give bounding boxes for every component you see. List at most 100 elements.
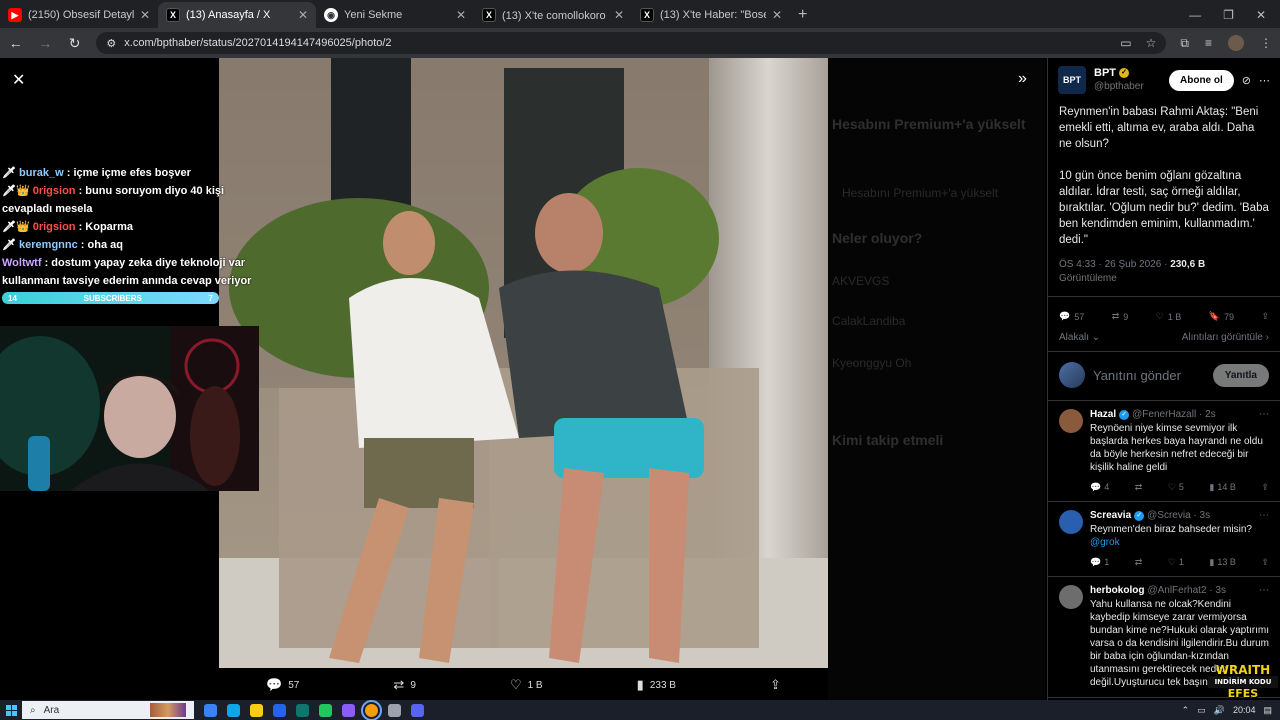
notifications-icon[interactable]: ▤ xyxy=(1263,705,1272,716)
share-button[interactable]: ⇪ xyxy=(1261,311,1269,322)
tweet-timestamp[interactable]: ÖS 4:33 · 26 Şub 2026 · xyxy=(1059,259,1170,270)
tweet-views-label: Görüntüleme xyxy=(1059,273,1117,284)
network-icon[interactable]: ▭ xyxy=(1197,705,1206,716)
close-window-icon[interactable]: ✕ xyxy=(1256,8,1266,22)
address-bar[interactable]: ⚙ x.com/bpthaber/status/2027014194147496… xyxy=(96,32,1167,54)
views-button[interactable]: ▮ 233 B xyxy=(637,677,676,693)
like-button[interactable]: ♡ 5 xyxy=(1168,482,1184,493)
reply-submit-button[interactable]: Yanıtla xyxy=(1212,363,1269,387)
site-info-icon[interactable]: ⚙ xyxy=(106,37,116,50)
menu-icon[interactable]: ⋮ xyxy=(1260,36,1272,50)
close-icon[interactable]: ✕ xyxy=(614,8,624,22)
share-button[interactable]: ⇪ xyxy=(770,677,781,693)
minimize-icon[interactable]: — xyxy=(1189,8,1201,22)
media-icon[interactable]: ≡ xyxy=(1205,36,1212,50)
more-icon[interactable]: ⋯ xyxy=(1259,510,1269,521)
tab-label: Yeni Sekme xyxy=(344,9,403,21)
views-count: 13 B xyxy=(1217,557,1236,567)
tab-youtube[interactable]: ▶ (2150) Obsesif Detaylı Cin Alem ✕ xyxy=(0,2,158,28)
reload-icon[interactable]: ↻ xyxy=(67,35,82,52)
view-quotes-link[interactable]: Alıntıları görüntüle › xyxy=(1182,332,1269,343)
forward-icon[interactable]: → xyxy=(37,35,52,51)
reply-avatar[interactable] xyxy=(1059,585,1083,609)
views-button[interactable]: ▮ 13 B xyxy=(1209,557,1235,568)
edge-icon[interactable] xyxy=(227,703,240,717)
stream-watermark: WRAITH INDİRİM KODU EFES xyxy=(1208,664,1278,700)
reply-author-name[interactable]: Hazal xyxy=(1090,409,1116,420)
cast-icon[interactable]: ▭ xyxy=(1120,36,1131,50)
close-icon[interactable]: ✕ xyxy=(456,8,466,22)
reply-button[interactable]: 💬 57 xyxy=(266,677,299,693)
grok-icon[interactable]: ⊘ xyxy=(1242,74,1251,87)
reply-author-name[interactable]: Screavia xyxy=(1090,510,1131,521)
tab-x-post-1[interactable]: X (13) X'te comollokoro 💵: "Yahu ✕ xyxy=(474,2,632,28)
taskbar-search[interactable]: ⌕ Ara xyxy=(22,701,194,719)
store-icon[interactable] xyxy=(296,703,309,717)
like-button[interactable]: ♡ 1 B xyxy=(510,677,543,693)
back-icon[interactable]: ← xyxy=(8,35,23,51)
reply-author-name[interactable]: herbokolog xyxy=(1090,585,1144,596)
restore-icon[interactable]: ❐ xyxy=(1223,8,1234,22)
author-handle[interactable]: @bpthaber xyxy=(1094,80,1161,93)
share-button[interactable]: ⇪ xyxy=(1261,482,1269,493)
reply-input[interactable]: Yanıtını gönder xyxy=(1093,368,1205,383)
reply-item[interactable]: Hazal ✓ @FenerHazall · 2s ⋯ Reynöeni niye k… xyxy=(1048,401,1280,502)
twitch-icon[interactable] xyxy=(342,703,355,717)
more-icon[interactable]: ⋯ xyxy=(1259,585,1269,596)
more-icon[interactable]: ⋯ xyxy=(1259,409,1269,420)
reply-avatar[interactable] xyxy=(1059,409,1083,433)
chrome-icon[interactable] xyxy=(361,699,382,720)
reply-handle[interactable]: @Screvia · 3s xyxy=(1147,510,1210,521)
reply-avatar[interactable] xyxy=(1059,510,1083,534)
like-button[interactable]: ♡ 1 B xyxy=(1156,311,1182,322)
retweet-button[interactable]: ⇄ xyxy=(1135,557,1143,568)
reply-button[interactable]: 💬 1 xyxy=(1090,557,1109,568)
start-button[interactable] xyxy=(0,704,22,716)
obs-icon[interactable] xyxy=(388,703,401,717)
tab-x-post-2[interactable]: X (13) X'te Haber: "Bose, Panason ✕ xyxy=(632,2,790,28)
stream-chat-overlay: 🗡 burak_w : içme içme efes boşver 🗡👑 0ri… xyxy=(2,164,272,308)
tab-x-home[interactable]: X (13) Anasayfa / X ✕ xyxy=(158,2,316,28)
outlook-icon[interactable] xyxy=(273,703,286,717)
reply-button[interactable]: 💬 4 xyxy=(1090,482,1109,493)
bookmark-button[interactable]: 🔖 79 xyxy=(1209,311,1234,322)
reply-button[interactable]: 💬 57 xyxy=(1059,311,1084,322)
clock[interactable]: 20:04 xyxy=(1233,705,1256,715)
expand-panel-icon[interactable]: » xyxy=(1018,70,1027,88)
task-view-icon[interactable] xyxy=(204,703,217,717)
subscribe-button[interactable]: Abone ol xyxy=(1169,69,1234,91)
reply-handle[interactable]: @FenerHazall · 2s xyxy=(1132,409,1216,420)
chevron-down-icon: ⌄ xyxy=(1091,332,1101,343)
close-icon[interactable]: ✕ xyxy=(298,8,308,22)
author-avatar[interactable]: BPT xyxy=(1058,66,1086,94)
bookmark-star-icon[interactable]: ☆ xyxy=(1146,36,1157,50)
profile-avatar[interactable] xyxy=(1228,35,1244,51)
close-viewer-icon[interactable]: ✕ xyxy=(12,70,25,90)
views-icon: ▮ xyxy=(1209,557,1215,567)
views-button[interactable]: ▮ 14 B xyxy=(1209,482,1235,493)
author-name[interactable]: BPT xyxy=(1094,67,1116,79)
close-icon[interactable]: ✕ xyxy=(140,8,150,22)
close-icon[interactable]: ✕ xyxy=(772,8,782,22)
more-icon[interactable]: ⋯ xyxy=(1259,74,1270,87)
retweet-button[interactable]: ⇄ 9 xyxy=(393,677,415,693)
extensions-icon[interactable]: ⧉ xyxy=(1180,36,1189,51)
file-explorer-icon[interactable] xyxy=(250,703,263,717)
retweet-button[interactable]: ⇄ xyxy=(1135,482,1143,493)
chevron-up-icon[interactable]: ⌃ xyxy=(1182,705,1190,716)
chat-user: burak_w xyxy=(19,167,64,179)
mention-link[interactable]: @grok xyxy=(1090,537,1120,548)
like-button[interactable]: ♡ 1 xyxy=(1168,557,1184,568)
volume-icon[interactable]: 🔊 xyxy=(1214,705,1225,716)
discord-icon[interactable] xyxy=(411,703,424,717)
chat-text: : Koparma xyxy=(78,221,133,233)
reply-handle[interactable]: @AnlFerhat2 · 3s xyxy=(1147,585,1226,596)
retweet-button[interactable]: ⇄ 9 xyxy=(1112,311,1129,322)
tab-new[interactable]: ◉ Yeni Sekme ✕ xyxy=(316,2,474,28)
windows-logo-icon xyxy=(5,704,17,716)
new-tab-button[interactable]: + xyxy=(790,2,815,28)
reply-item[interactable]: Screavia ✓ @Screvia · 3s ⋯ Reynmen'den bira… xyxy=(1048,502,1280,577)
spotify-icon[interactable] xyxy=(319,703,332,717)
sort-dropdown[interactable]: Alakalı ⌄ xyxy=(1059,332,1100,343)
share-button[interactable]: ⇪ xyxy=(1261,557,1269,568)
